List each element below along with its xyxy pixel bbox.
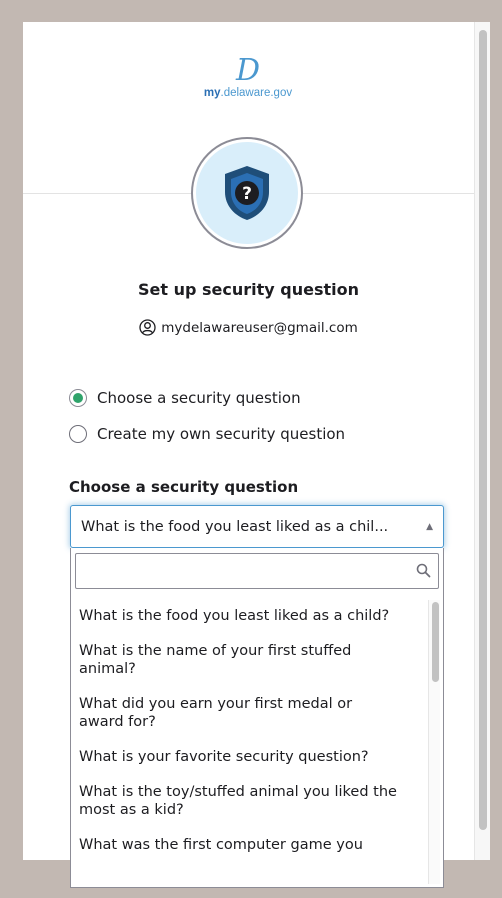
- dropdown-search-input[interactable]: [76, 554, 438, 588]
- page-scrollbar-thumb[interactable]: [479, 30, 487, 830]
- radio-create-own-question[interactable]: Create my own security question: [69, 425, 345, 443]
- question-option[interactable]: What did you earn your first medal or aw…: [71, 686, 401, 739]
- page-title: Set up security question: [137, 280, 359, 299]
- user-icon: [139, 319, 156, 336]
- radio-button-unchecked[interactable]: [69, 425, 87, 443]
- question-options-list: What is the food you least liked as a ch…: [71, 598, 427, 862]
- selected-question: What is the food you least liked as a ch…: [81, 518, 389, 535]
- radio-create-label: Create my own security question: [97, 425, 346, 443]
- svg-text:?: ?: [242, 184, 252, 204]
- question-option[interactable]: What is the food you least liked as a ch…: [71, 598, 401, 633]
- user-identifier: mydelawareuser@gmail.com: [23, 319, 474, 336]
- radio-button-checked[interactable]: [69, 389, 87, 407]
- page-scrollbar[interactable]: [474, 22, 490, 860]
- question-option[interactable]: What is the toy/stuffed animal you liked…: [71, 774, 401, 827]
- radio-choose-label: Choose a security question: [97, 389, 301, 407]
- user-email: mydelawareuser@gmail.com: [161, 319, 358, 336]
- security-question-select[interactable]: What is the food you least liked as a ch…: [70, 505, 444, 548]
- delaware-d-logo-mark: D: [235, 53, 261, 88]
- dropdown-search: [75, 553, 439, 589]
- dropdown-scrollbar[interactable]: [428, 600, 440, 884]
- shield-question-icon: ?: [225, 166, 269, 220]
- question-option[interactable]: What is the name of your first stuffed a…: [71, 633, 401, 686]
- radio-choose-question[interactable]: Choose a security question: [69, 389, 301, 407]
- question-dropdown: What is the food you least liked as a ch…: [70, 548, 444, 888]
- logo-wordmark: my.delaware.gov: [203, 87, 293, 99]
- security-question-badge: ?: [191, 137, 303, 249]
- question-field-label: Choose a security question: [69, 478, 299, 496]
- search-icon: [416, 563, 431, 578]
- dropdown-scrollbar-thumb[interactable]: [432, 602, 439, 682]
- question-option[interactable]: What was the first computer game you: [71, 827, 401, 862]
- caret-up-icon: ▲: [426, 521, 433, 532]
- mydelaware-logo: D my.delaware.gov: [183, 53, 313, 100]
- question-option[interactable]: What is your favorite security question?: [71, 739, 401, 774]
